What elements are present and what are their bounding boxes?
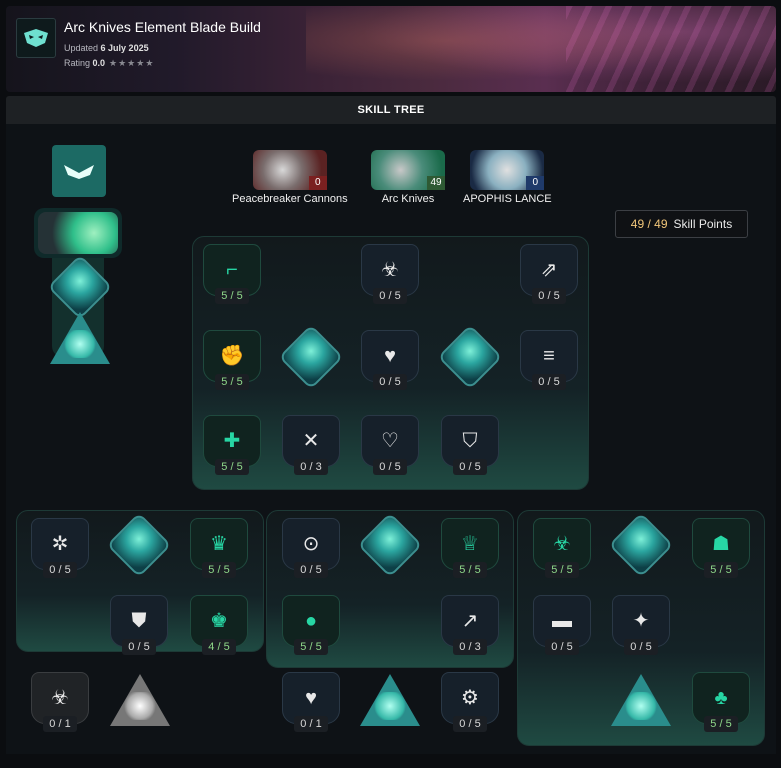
- action-skill-slot[interactable]: [34, 208, 122, 258]
- skill-slot[interactable]: ✦ 0 / 5: [612, 595, 670, 655]
- crown-sparks-icon: ♕: [461, 533, 479, 555]
- skill-slot[interactable]: ● 5 / 5: [282, 595, 340, 655]
- spike-icon: ✦: [632, 610, 650, 632]
- heart-burst-icon: ♡: [381, 430, 399, 452]
- augment-diamond[interactable]: [357, 512, 423, 578]
- skill-slot[interactable]: ♚ 4 / 5: [190, 595, 248, 655]
- augment-1[interactable]: [47, 254, 113, 320]
- points-badge: 0: [308, 176, 327, 190]
- mask-icon: [64, 165, 94, 179]
- action-skill-arc-knives[interactable]: 49 Arc Knives: [371, 150, 445, 205]
- shield-down-icon: ⛊: [131, 610, 147, 632]
- cog-up-icon: ⚙: [461, 687, 479, 709]
- capstone-augment[interactable]: [611, 674, 671, 728]
- build-title: Arc Knives Element Blade Build: [64, 19, 261, 35]
- action-skill-apophis-lance[interactable]: 0 APOPHIS LANCE: [463, 150, 552, 205]
- skill-slot[interactable]: ♡ 0 / 5: [361, 415, 419, 475]
- skill-slot[interactable]: ✊ 5 / 5: [203, 330, 261, 390]
- fist-plus-icon: ✚: [223, 430, 241, 452]
- capstone-slot[interactable]: ♣ 5 / 5: [692, 672, 750, 732]
- skill-slot[interactable]: ⊙ 0 / 5: [282, 518, 340, 578]
- skill-slot[interactable]: ♛ 5 / 5: [190, 518, 248, 578]
- augment-diamond[interactable]: [608, 512, 674, 578]
- skill-points-counter: 49 / 49 Skill Points: [615, 210, 748, 238]
- augment-2[interactable]: [50, 312, 110, 366]
- rating: Rating 0.0 ★★★★★: [64, 58, 155, 68]
- capstone-augment[interactable]: [360, 674, 420, 728]
- shield-icon: ⛉: [462, 430, 478, 452]
- leaf-up-icon: ♣: [714, 687, 728, 709]
- skill-slot[interactable]: ✚ 5 / 5: [203, 415, 261, 475]
- class-mod-slot[interactable]: [52, 145, 106, 197]
- crown-icon: ♛: [210, 533, 228, 555]
- points-badge: 49: [427, 176, 445, 190]
- skill-slot[interactable]: ⛉ 0 / 5: [441, 415, 499, 475]
- broken-heart-icon: ♥: [305, 687, 317, 709]
- augment-diamond[interactable]: [278, 324, 344, 390]
- action-skill-peacebreaker[interactable]: 0 Peacebreaker Cannons: [232, 150, 348, 205]
- skill-slot[interactable]: ☣ 5 / 5: [533, 518, 591, 578]
- capstone-slot[interactable]: ⚙ 0 / 5: [441, 672, 499, 732]
- skill-slot[interactable]: ♕ 5 / 5: [441, 518, 499, 578]
- heart-icon: ♥: [384, 345, 396, 367]
- mask-icon: ▬: [552, 610, 572, 632]
- augment-diamond[interactable]: [106, 512, 172, 578]
- skill-slot[interactable]: ✲ 0 / 5: [31, 518, 89, 578]
- biohazard-up-icon: ☣: [553, 533, 571, 555]
- augment-diamond[interactable]: [437, 324, 503, 390]
- skill-slot[interactable]: ⛊ 0 / 5: [110, 595, 168, 655]
- pistol-icon: ⌐: [226, 259, 238, 281]
- gun-stack-icon: ≡: [543, 345, 555, 367]
- skill-slot[interactable]: ✕ 0 / 3: [282, 415, 340, 475]
- build-avatar: [16, 18, 56, 58]
- pills-icon: ⊙: [302, 533, 320, 555]
- mask-icon: [24, 29, 48, 47]
- skill-slot[interactable]: ⌐ 5 / 5: [203, 244, 261, 304]
- biohazard-icon: ☣: [51, 687, 69, 709]
- boot-icon: ⇗: [540, 259, 558, 281]
- skill-slot[interactable]: ⇗ 0 / 5: [520, 244, 578, 304]
- biohazard-icon: ☣: [381, 259, 399, 281]
- skill-slot[interactable]: ☗ 5 / 5: [692, 518, 750, 578]
- rating-stars[interactable]: ★★★★★: [109, 58, 154, 68]
- gun-arrow-icon: ↗: [461, 610, 479, 632]
- skill-slot[interactable]: ♥ 0 / 5: [361, 330, 419, 390]
- fist-icon: ✊: [219, 345, 245, 367]
- build-header: Arc Knives Element Blade Build Updated 6…: [6, 6, 776, 92]
- skill-slot[interactable]: ≡ 0 / 5: [520, 330, 578, 390]
- skill-slot[interactable]: ☣ 0 / 5: [361, 244, 419, 304]
- capstone-augment[interactable]: [110, 674, 170, 728]
- capstone-slot[interactable]: ♥ 0 / 1: [282, 672, 340, 732]
- skill-tree-title: SKILL TREE: [6, 96, 776, 124]
- capstone-slot[interactable]: ☣ 0 / 1: [31, 672, 89, 732]
- grenade-icon: ●: [304, 610, 318, 632]
- crown-bolt-icon: ♚: [210, 610, 228, 632]
- gas-mask-icon: ☗: [712, 533, 730, 555]
- skill-slot[interactable]: ▬ 0 / 5: [533, 595, 591, 655]
- points-badge: 0: [526, 176, 545, 190]
- star-swirl-icon: ✲: [51, 533, 69, 555]
- wings-icon: ✕: [302, 430, 320, 452]
- skill-slot[interactable]: ↗ 0 / 3: [441, 595, 499, 655]
- updated-date: Updated 6 July 2025: [64, 43, 149, 53]
